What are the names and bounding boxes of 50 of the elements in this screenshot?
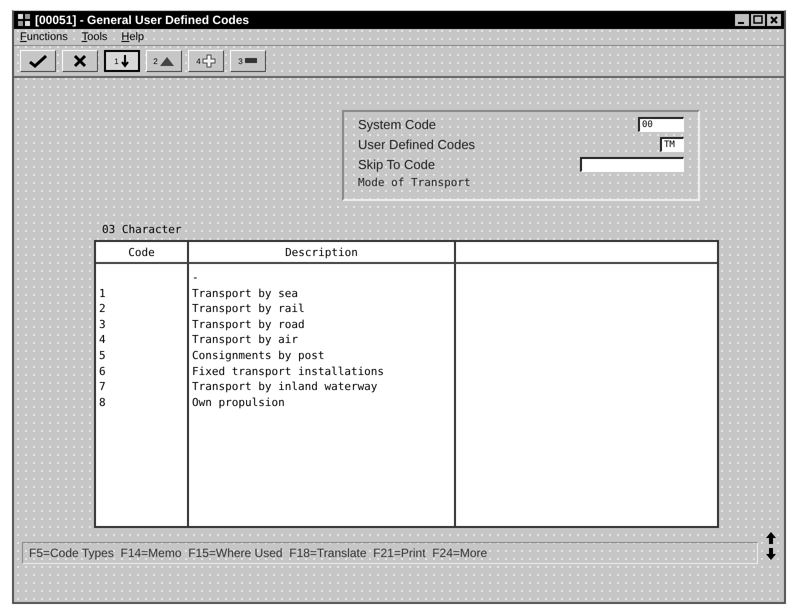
close-icon xyxy=(73,54,87,68)
column-header: Code xyxy=(128,246,155,258)
input-field[interactable] xyxy=(580,157,684,172)
table-cell: 2 xyxy=(99,302,106,316)
input-field[interactable]: 00 xyxy=(638,117,684,132)
table-cell: Transport by air xyxy=(192,333,298,346)
triangle-icon xyxy=(158,55,175,67)
table-cell: 3 xyxy=(99,318,106,331)
code-description: Mode of Transport xyxy=(358,176,472,189)
minimize-icon[interactable] xyxy=(735,14,749,26)
table-cell: 8 xyxy=(99,396,106,409)
menu-item[interactable]: Tools xyxy=(82,31,108,43)
table-cell: 4 xyxy=(99,333,106,346)
input-field[interactable]: TM xyxy=(660,137,684,152)
field-label: User Defined Codes xyxy=(358,137,476,152)
table-cell: Fixed transport installations xyxy=(192,364,384,378)
down-arrow-icon xyxy=(120,54,130,68)
column-header: Description xyxy=(285,246,358,258)
table-cell: Transport by road xyxy=(192,318,305,331)
plus-icon xyxy=(202,54,216,68)
table-cell: 5 xyxy=(99,348,106,362)
toolbar-button[interactable]: 2 xyxy=(146,50,182,72)
table-cell: 1 xyxy=(99,286,106,300)
checkmark-icon xyxy=(27,54,49,68)
field-label: System Code xyxy=(358,117,436,132)
grid-caption: 03 Character xyxy=(102,223,182,236)
toolbar-button[interactable] xyxy=(62,50,98,72)
bar-icon xyxy=(244,56,258,66)
maximize-icon[interactable] xyxy=(751,14,765,26)
table-cell: 7 xyxy=(99,380,106,394)
window-title: [00051] - General User Defined Codes xyxy=(35,13,250,27)
toolbar-button[interactable] xyxy=(20,50,56,72)
table-cell: - xyxy=(192,271,199,284)
toolbar-button[interactable]: 1 xyxy=(104,50,140,72)
toolbar-button[interactable]: 3 xyxy=(230,50,266,72)
table-cell: 6 xyxy=(99,364,106,378)
toolbar-button[interactable]: 4 xyxy=(188,50,224,72)
function-key-legend: F5=Code Types F14=Memo F15=Where Used F18=Translate F21=Print F24=More xyxy=(29,546,488,560)
table-cell: Transport by sea xyxy=(192,286,298,300)
close-icon[interactable] xyxy=(767,14,781,26)
field-label: Skip To Code xyxy=(358,157,436,172)
menu-item[interactable]: Functions xyxy=(20,31,68,43)
down-arrow-icon[interactable] xyxy=(764,547,778,561)
table-cell: Consignments by post xyxy=(192,348,324,362)
up-arrow-icon[interactable] xyxy=(764,531,778,545)
app-icon xyxy=(17,13,31,27)
table-cell: Transport by inland waterway xyxy=(192,380,378,394)
table-cell: Transport by rail xyxy=(192,302,305,316)
menu-item[interactable]: Help xyxy=(121,31,144,43)
table-cell: Own propulsion xyxy=(192,396,285,409)
